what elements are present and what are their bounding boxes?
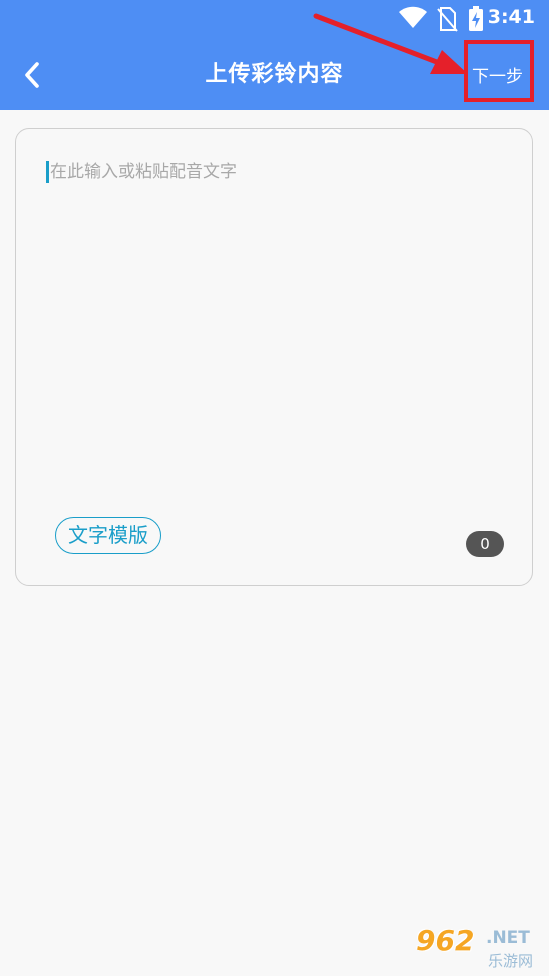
watermark-subtitle: 乐游网 <box>488 952 534 970</box>
text-input-card: 文字模版 0 <box>15 128 533 586</box>
status-time: 3:41 <box>487 6 535 28</box>
text-template-button[interactable]: 文字模版 <box>55 517 161 554</box>
site-watermark: 962 .NET 乐游网 <box>416 924 544 972</box>
text-caret <box>46 161 49 183</box>
annotation-highlight-box <box>464 40 534 102</box>
annotation-arrow-icon <box>313 13 468 74</box>
voice-text-input[interactable] <box>46 157 510 487</box>
watermark-domain: .NET <box>486 928 530 948</box>
watermark-logo: 962 <box>416 924 475 957</box>
char-count-badge: 0 <box>466 531 504 557</box>
